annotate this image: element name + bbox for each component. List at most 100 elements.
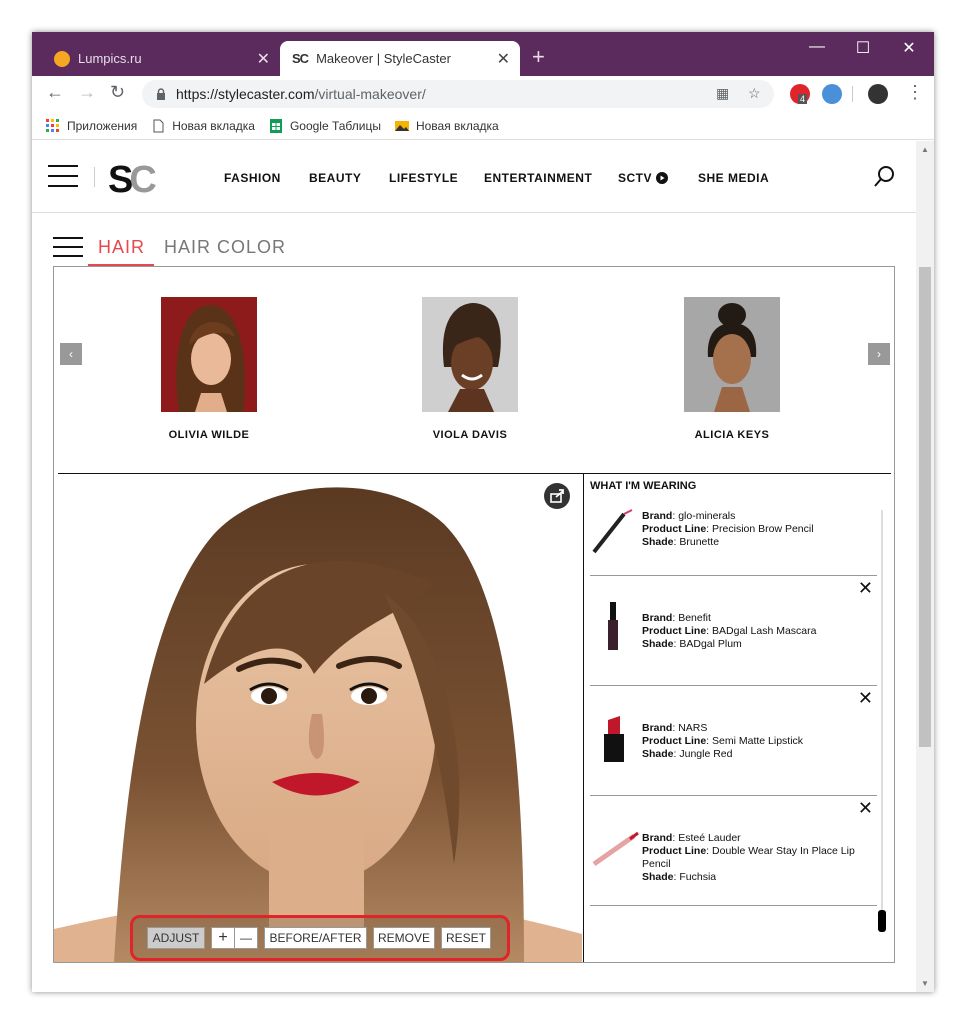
remove-item-icon[interactable]: ✕: [858, 689, 873, 707]
bookmark-apps[interactable]: Приложения: [46, 118, 138, 133]
page-icon: [153, 119, 164, 132]
nav-beauty[interactable]: BEAUTY: [309, 171, 361, 185]
wearing-scroll-thumb[interactable]: [878, 910, 886, 932]
carousel-prev-button[interactable]: ‹: [60, 343, 82, 365]
profile-avatar[interactable]: [868, 84, 888, 104]
wearing-item: ✕ Brand: Benefit Product Line: BADgal La…: [590, 576, 877, 686]
browser-window: Lumpics.ru ✕ SC Makeover | StyleCaster ✕…: [32, 32, 934, 992]
new-tab-button[interactable]: +: [532, 44, 545, 70]
wearing-scrollbar[interactable]: [878, 510, 886, 932]
what-im-wearing-panel: WHAT I'M WEARING Brand: glo-minerals Pro…: [583, 474, 892, 962]
url-host: https://stylecaster.com: [176, 86, 315, 102]
model-portrait: [54, 474, 582, 962]
remove-item-icon[interactable]: ✕: [858, 799, 873, 817]
wearing-item: ✕ Brand: NARS Product Line: Semi Matte L…: [590, 686, 877, 796]
stylecaster-favicon-icon: SC: [292, 51, 309, 66]
celebrity-photo: [161, 297, 257, 412]
celebrity-alicia-keys[interactable]: ALICIA KEYS: [657, 297, 807, 441]
opera-extension-icon[interactable]: 4: [790, 84, 810, 104]
tab-title: Lumpics.ru: [78, 51, 142, 66]
tab-close-icon[interactable]: ✕: [497, 49, 510, 69]
mascara-icon: [608, 602, 618, 650]
bookmarks-bar: Приложения Новая вкладка Google Таблицы …: [32, 112, 934, 140]
search-icon[interactable]: [874, 165, 896, 187]
wearing-item: Brand: glo-minerals Product Line: Precis…: [590, 504, 877, 576]
celebrity-olivia-wilde[interactable]: OLIVIA WILDE: [134, 297, 284, 441]
nav-fashion[interactable]: FASHION: [224, 171, 281, 185]
adjust-button[interactable]: ADJUST: [147, 927, 205, 949]
celebrity-name: OLIVIA WILDE: [168, 429, 250, 441]
bookmark-new-tab[interactable]: Новая вкладка: [151, 119, 255, 133]
tab-makeover[interactable]: SC Makeover | StyleCaster ✕: [280, 41, 520, 76]
brand-value: Benefit: [678, 612, 711, 624]
nav-lifestyle[interactable]: LIFESTYLE: [389, 171, 458, 185]
bookmark-new-tab-2[interactable]: Новая вкладка: [394, 118, 499, 133]
brand-label: Brand: [642, 722, 673, 734]
shade-value: Fuchsia: [679, 871, 717, 883]
tab-hair[interactable]: HAIR: [88, 237, 154, 267]
wearing-title: WHAT I'M WEARING: [590, 480, 697, 492]
page-scrollbar[interactable]: ▲ ▼: [916, 141, 934, 992]
nav-entertainment[interactable]: ENTERTAINMENT: [484, 171, 592, 185]
menu-dots-icon[interactable]: ⋮: [906, 82, 924, 103]
nav-she-media[interactable]: SHE MEDIA: [698, 171, 769, 185]
line-label: Product Line: [642, 625, 707, 637]
stylecaster-logo[interactable]: SC: [108, 159, 157, 202]
item-info: Brand: NARS Product Line: Semi Matte Lip…: [642, 722, 804, 760]
carousel-next-button[interactable]: ›: [868, 343, 890, 365]
logo-divider: [94, 167, 95, 187]
bookmark-google-sheets[interactable]: Google Таблицы: [269, 118, 381, 133]
nav-sctv-label: SCTV: [618, 171, 653, 185]
page-scroll-thumb[interactable]: [919, 267, 931, 747]
title-bar: Lumpics.ru ✕ SC Makeover | StyleCaster ✕…: [32, 32, 934, 76]
makeover-menu-icon[interactable]: [53, 237, 83, 259]
tab-close-icon[interactable]: ✕: [257, 49, 270, 69]
bookmark-label: Новая вкладка: [172, 118, 255, 133]
brand-value: glo-minerals: [678, 510, 736, 522]
minimize-button[interactable]: —: [794, 38, 840, 56]
scroll-up-icon[interactable]: ▲: [921, 145, 929, 154]
tab-lumpics[interactable]: Lumpics.ru ✕: [40, 41, 280, 76]
shade-value: BADgal Plum: [679, 638, 742, 650]
item-info: Brand: Benefit Product Line: BADgal Lash…: [642, 612, 817, 650]
menu-icon[interactable]: [48, 165, 78, 187]
shade-label: Shade: [642, 748, 674, 760]
celebrity-name: VIOLA DAVIS: [432, 429, 508, 441]
makeover-stage: WHAT I'M WEARING Brand: glo-minerals Pro…: [53, 473, 895, 963]
brand-label: Brand: [642, 832, 673, 844]
shade-label: Shade: [642, 536, 674, 548]
celebrity-photo: [684, 297, 780, 412]
line-label: Product Line: [642, 523, 707, 535]
remove-item-icon[interactable]: ✕: [858, 579, 873, 597]
line-value: Precision Brow Pencil: [712, 523, 814, 535]
reload-icon[interactable]: ↻: [110, 82, 125, 103]
globe-extension-icon[interactable]: [822, 84, 842, 104]
tab-hair-color[interactable]: HAIR COLOR: [164, 237, 286, 258]
item-info: Brand: glo-minerals Product Line: Precis…: [642, 510, 814, 548]
reset-button[interactable]: RESET: [441, 927, 491, 949]
site-header: SC FASHION BEAUTY LIFESTYLE ENTERTAINMEN…: [32, 141, 916, 213]
celebrity-viola-davis[interactable]: VIOLA DAVIS: [395, 297, 545, 441]
shade-label: Shade: [642, 871, 674, 883]
translate-icon[interactable]: ▦: [716, 85, 729, 102]
tab-title: Makeover | StyleCaster: [316, 51, 451, 66]
logo-s: S: [108, 159, 133, 201]
address-bar[interactable]: https://stylecaster.com/virtual-makeover…: [142, 80, 774, 108]
forward-icon[interactable]: →: [78, 82, 96, 103]
share-icon[interactable]: [544, 483, 570, 509]
line-label: Product Line: [642, 735, 707, 747]
scroll-down-icon[interactable]: ▼: [921, 979, 929, 988]
maximize-button[interactable]: ☐: [840, 38, 886, 58]
nav-sctv[interactable]: SCTV: [618, 171, 668, 185]
star-icon[interactable]: ☆: [748, 85, 761, 102]
zoom-out-button[interactable]: —: [234, 927, 258, 949]
line-label: Product Line: [642, 845, 707, 857]
remove-button[interactable]: REMOVE: [373, 927, 435, 949]
shade-label: Shade: [642, 638, 674, 650]
back-icon[interactable]: ←: [46, 82, 64, 103]
close-button[interactable]: ✕: [886, 38, 932, 58]
bookmark-label: Новая вкладка: [415, 118, 499, 133]
before-after-button[interactable]: BEFORE/AFTER: [264, 927, 367, 949]
bookmark-label: Приложения: [67, 118, 138, 133]
zoom-in-button[interactable]: +: [211, 927, 235, 949]
